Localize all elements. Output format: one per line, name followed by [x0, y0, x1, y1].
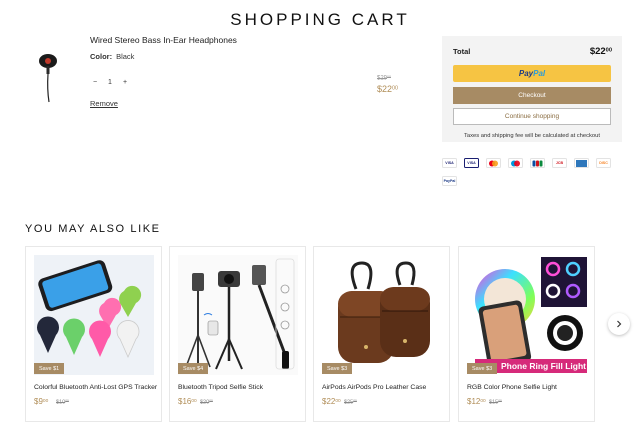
- save-badge: Save $1: [34, 363, 65, 374]
- product-original-price: $1000: [56, 399, 69, 406]
- remove-item-link[interactable]: Remove: [90, 99, 118, 108]
- paypal-icon: PayPal: [442, 176, 457, 186]
- carousel-next-button[interactable]: [608, 313, 630, 335]
- paypal-logo-text-a: Pay: [518, 69, 534, 78]
- product-name[interactable]: Bluetooth Tripod Selfie Stick: [178, 384, 263, 391]
- page-title: SHOPPING CART: [230, 10, 410, 29]
- discover-icon: DISC: [596, 158, 611, 168]
- tax-note: Taxes and shipping fee will be calculate…: [464, 133, 600, 139]
- total-label: Total: [453, 47, 471, 56]
- product-original-price: $2000: [200, 399, 213, 406]
- product-sale-price: $2200: [322, 397, 341, 406]
- visa-electron-icon: VISA: [464, 158, 479, 168]
- selfie-stick-image[interactable]: [178, 255, 298, 375]
- product-card[interactable]: Save $4 Bluetooth Tripod Selfie Stick $1…: [169, 246, 306, 422]
- product-card[interactable]: Save $3 AirPods AirPods Pro Leather Case…: [313, 246, 450, 422]
- continue-shopping-button[interactable]: Continue shopping: [453, 108, 611, 125]
- chevron-right-icon: [617, 320, 622, 328]
- maestro-icon: [508, 158, 523, 168]
- headphones-product-image[interactable]: [26, 44, 70, 104]
- quantity-value[interactable]: 1: [104, 79, 116, 86]
- save-badge: Save $3: [467, 363, 498, 374]
- save-badge: Save $4: [178, 363, 209, 374]
- product-card[interactable]: Save $1 Colorful Bluetooth Anti-Lost GPS…: [25, 246, 162, 422]
- paypal-button[interactable]: Pay Pal: [453, 65, 611, 82]
- paypal-logo-text-b: Pal: [533, 69, 546, 78]
- order-summary-panel: Total $2200 Pay Pal Checkout Continue sho…: [442, 36, 622, 142]
- cart-item-original-price: $2900: [377, 75, 392, 82]
- quantity-increase-button[interactable]: +: [119, 79, 131, 86]
- quantity-stepper: − 1 +: [89, 74, 131, 90]
- amex-icon: [574, 158, 589, 168]
- product-name[interactable]: AirPods AirPods Pro Leather Case: [322, 384, 426, 391]
- product-banner-text: Phone Ring Fill Light: [501, 361, 586, 371]
- product-sale-price: $900: [34, 397, 49, 406]
- cart-item-sale-price: $2200: [377, 84, 399, 94]
- product-name[interactable]: RGB Color Phone Selfie Light: [467, 384, 557, 391]
- save-badge: Save $3: [322, 363, 353, 374]
- total-amount: $2200: [589, 46, 612, 57]
- cart-item-name[interactable]: Wired Stereo Bass In-Ear Headphones: [90, 35, 237, 45]
- color-label: Color:: [90, 52, 113, 61]
- product-original-price: $1500: [489, 399, 502, 406]
- gps-tracker-image[interactable]: [34, 255, 154, 375]
- mastercard-icon: [486, 158, 501, 168]
- ring-light-image[interactable]: Phone Ring Fill Light: [467, 255, 587, 375]
- color-value: Black: [116, 52, 135, 61]
- product-name[interactable]: Colorful Bluetooth Anti-Lost GPS Tracker: [34, 384, 157, 391]
- product-sale-price: $1600: [178, 397, 197, 406]
- checkout-button[interactable]: Checkout: [453, 87, 611, 104]
- recommendations-title: YOU MAY ALSO LIKE: [25, 223, 161, 235]
- leather-case-image[interactable]: [322, 255, 442, 375]
- quantity-decrease-button[interactable]: −: [89, 79, 101, 86]
- jcb-alt-icon: JCB: [552, 158, 567, 168]
- product-card[interactable]: Phone Ring Fill Light Save $3 RGB Color …: [458, 246, 595, 422]
- product-sale-price: $1200: [467, 397, 486, 406]
- cart-item-color: Color: Black: [90, 52, 134, 61]
- visa-icon: VISA: [442, 158, 457, 168]
- jcb-icon: [530, 158, 545, 168]
- product-original-price: $2500: [344, 399, 357, 406]
